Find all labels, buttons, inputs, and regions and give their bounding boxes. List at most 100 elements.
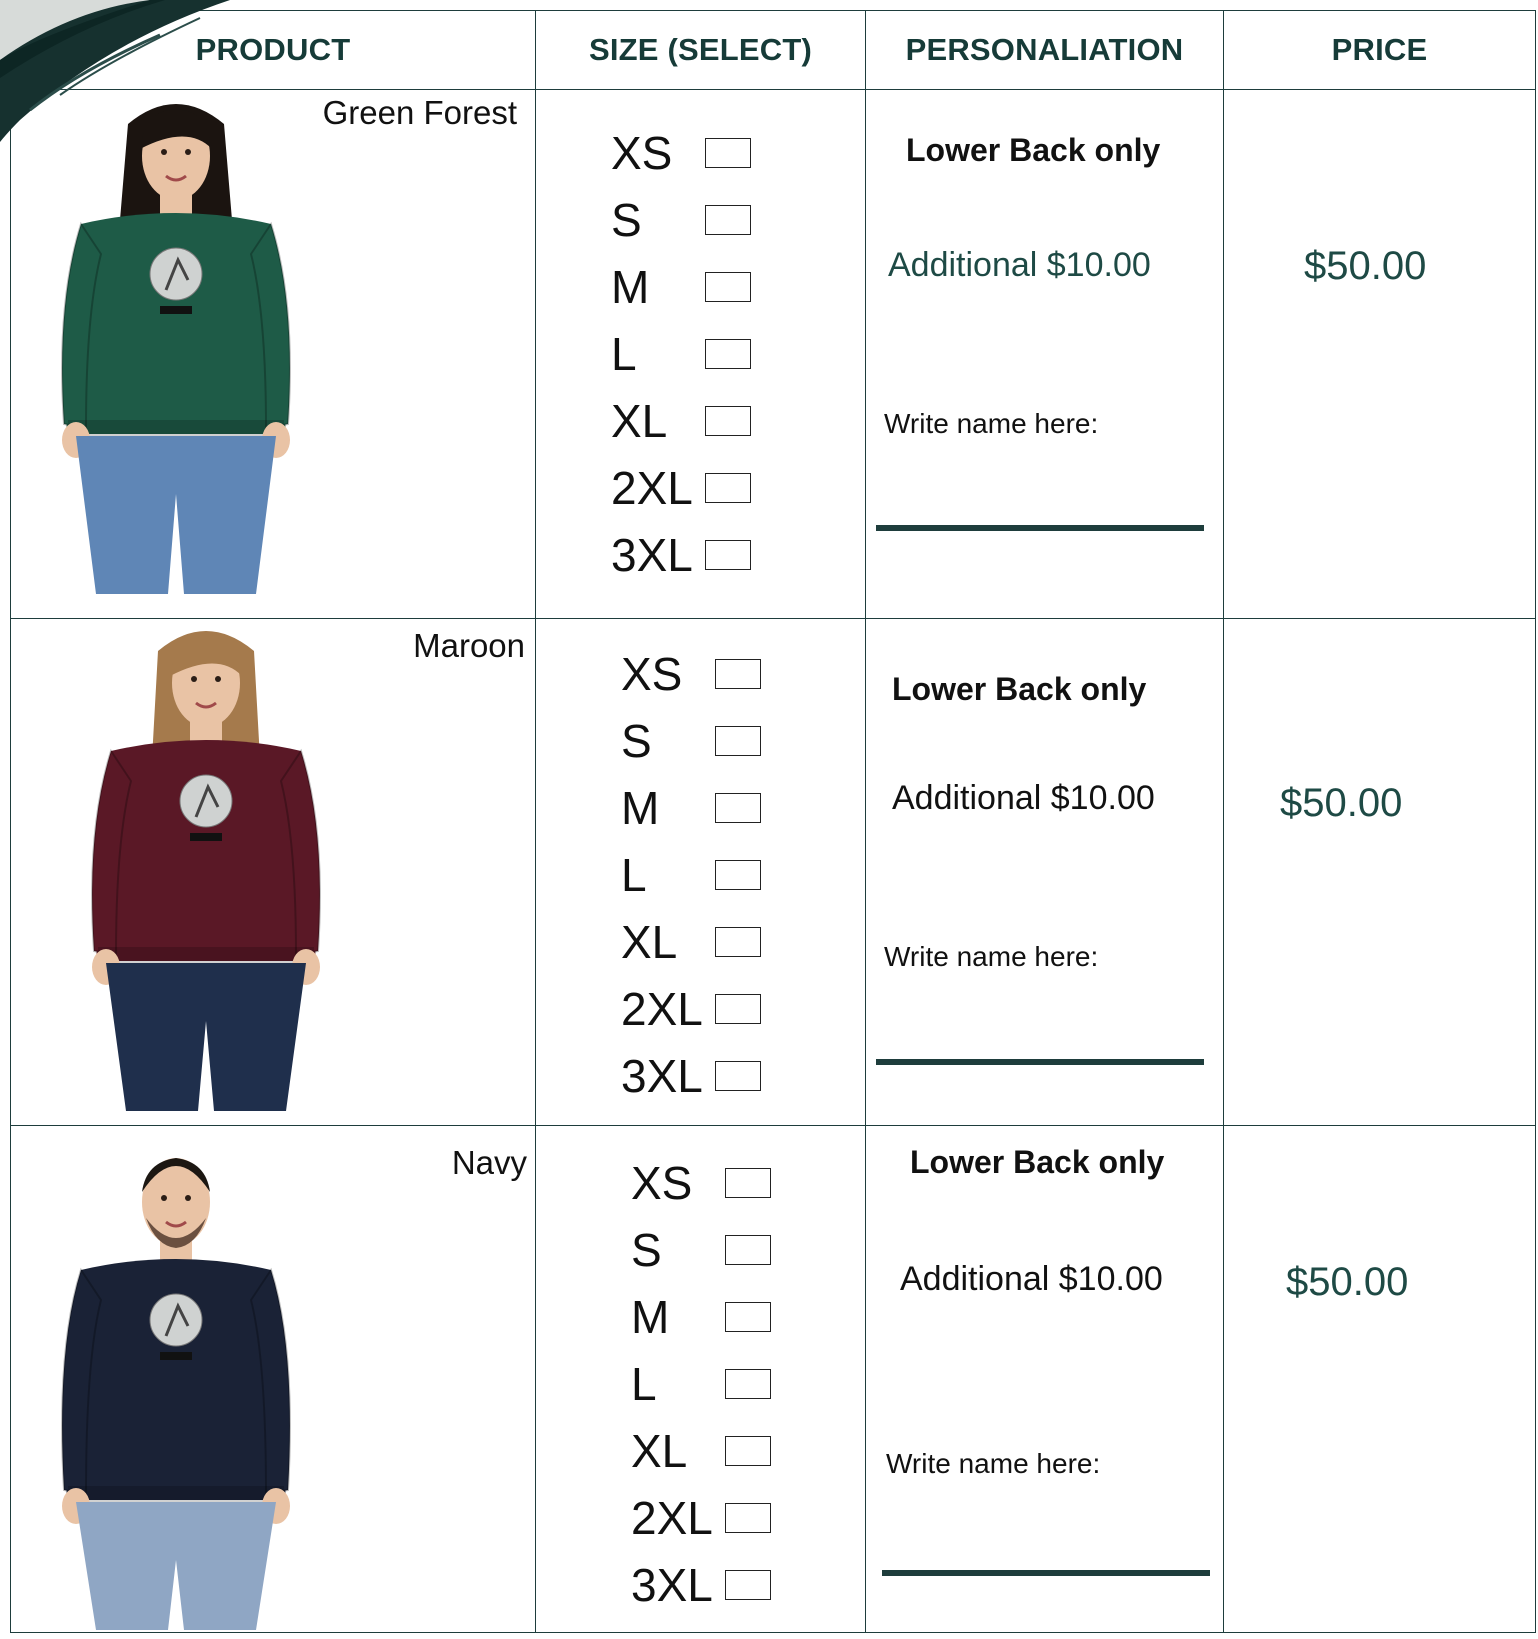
size-option-xl: XL <box>611 398 751 444</box>
product-photo-navy <box>61 1158 291 1630</box>
product-row-maroon: Maroon XS S M L XL 2XL 3XL Lower Back only Add… <box>10 618 1536 1126</box>
print-banner <box>160 306 192 314</box>
waistband <box>68 1486 284 1502</box>
size-label: L <box>631 1358 657 1410</box>
size-checkbox-xl[interactable] <box>715 927 761 957</box>
product-row-navy: Navy XS S M L XL 2XL 3XL Lower Back only Addit… <box>10 1125 1536 1633</box>
personalization-cell: Lower Back only Additional $10.00 Write … <box>865 618 1224 1126</box>
size-label: XL <box>611 395 668 447</box>
order-form-table: PRODUCT SIZE (SELECT) PERSONALIATION PRI… <box>10 10 1536 1633</box>
write-name-label: Write name here: <box>884 408 1099 439</box>
size-label: M <box>631 1291 670 1343</box>
size-option-2xl: 2XL <box>611 465 751 511</box>
size-label: M <box>621 782 660 834</box>
size-checkbox-xl[interactable] <box>705 406 751 436</box>
print-banner <box>160 1352 192 1360</box>
personalization-name-input[interactable] <box>878 999 1202 1041</box>
size-checkbox-2xl[interactable] <box>705 473 751 503</box>
size-checkbox-3xl[interactable] <box>705 540 751 570</box>
size-checkbox-2xl[interactable] <box>725 1503 771 1533</box>
size-option-s: S <box>621 718 761 764</box>
price-value: $50.00 <box>1280 781 1403 825</box>
product-color-name: Navy <box>451 1144 527 1181</box>
size-option-xs: XS <box>621 651 761 697</box>
price-cell: $50.00 <box>1223 1125 1536 1633</box>
size-label: S <box>611 194 642 246</box>
eye <box>161 1195 167 1201</box>
size-option-3xl: 3XL <box>621 1053 761 1099</box>
size-label: 3XL <box>621 1050 703 1102</box>
personalization-cell: Lower Back only Additional $10.00 Write … <box>865 1125 1224 1633</box>
lower-back-only-label: Lower Back only <box>892 671 1147 707</box>
price-cell: $50.00 <box>1223 618 1536 1126</box>
eye <box>185 149 191 155</box>
size-checkbox-xs[interactable] <box>725 1168 771 1198</box>
write-name-label: Write name here: <box>886 1448 1101 1479</box>
header-size: SIZE (SELECT) <box>535 10 866 90</box>
jeans <box>76 436 276 594</box>
product-photo-maroon <box>91 631 321 1111</box>
size-option-m: M <box>631 1294 771 1340</box>
product-cell: Green Forest <box>10 89 536 619</box>
size-label: 3XL <box>631 1559 713 1611</box>
size-cell: XS S M L XL 2XL 3XL <box>535 89 866 619</box>
size-option-3xl: 3XL <box>611 532 751 578</box>
header-product: PRODUCT <box>10 10 536 90</box>
additional-price-label: Additional $10.00 <box>892 779 1155 817</box>
size-option-l: L <box>631 1361 771 1407</box>
jeans <box>106 963 306 1111</box>
print-circle <box>149 247 203 301</box>
size-label: L <box>621 849 647 901</box>
size-label: S <box>621 715 652 767</box>
size-option-xl: XL <box>631 1428 771 1474</box>
size-checkbox-s[interactable] <box>705 205 751 235</box>
size-checkbox-xl[interactable] <box>725 1436 771 1466</box>
size-label: 3XL <box>611 529 693 581</box>
size-label: 2XL <box>621 983 703 1035</box>
size-checkbox-2xl[interactable] <box>715 994 761 1024</box>
personalization-name-input[interactable] <box>878 470 1202 512</box>
price-value: $50.00 <box>1286 1260 1409 1304</box>
size-checkbox-l[interactable] <box>725 1369 771 1399</box>
size-label: XL <box>631 1425 688 1477</box>
size-checkbox-l[interactable] <box>705 339 751 369</box>
product-photo-green-forest <box>61 104 291 594</box>
size-option-m: M <box>621 785 761 831</box>
size-checkbox-l[interactable] <box>715 860 761 890</box>
size-label: M <box>611 261 650 313</box>
header-personalization: PERSONALIATION <box>865 10 1224 90</box>
size-option-l: L <box>611 331 751 377</box>
size-label: L <box>611 328 637 380</box>
size-option-s: S <box>631 1227 771 1273</box>
size-checkbox-xs[interactable] <box>715 659 761 689</box>
print-circle <box>179 774 233 828</box>
size-cell: XS S M L XL 2XL 3XL <box>535 1125 866 1633</box>
lower-back-only-label: Lower Back only <box>906 132 1161 168</box>
size-checkbox-3xl[interactable] <box>715 1061 761 1091</box>
size-checkbox-xs[interactable] <box>705 138 751 168</box>
size-label: 2XL <box>631 1492 713 1544</box>
header-price: PRICE <box>1223 10 1536 90</box>
size-option-m: M <box>611 264 751 310</box>
size-checkbox-m[interactable] <box>705 272 751 302</box>
additional-price-label: Additional $10.00 <box>888 246 1151 284</box>
sweater-body <box>66 213 286 434</box>
product-cell: Navy <box>10 1125 536 1633</box>
size-option-xl: XL <box>621 919 761 965</box>
sweater-body <box>96 740 316 961</box>
size-option-l: L <box>621 852 761 898</box>
product-cell: Maroon <box>10 618 536 1126</box>
size-checkbox-m[interactable] <box>715 793 761 823</box>
size-checkbox-m[interactable] <box>725 1302 771 1332</box>
size-checkbox-s[interactable] <box>715 726 761 756</box>
waistband <box>98 947 314 963</box>
eye <box>191 676 197 682</box>
size-checkbox-3xl[interactable] <box>725 1570 771 1600</box>
price-cell: $50.00 <box>1223 89 1536 619</box>
personalization-name-input[interactable] <box>882 1514 1206 1556</box>
product-color-name: Green Forest <box>322 94 517 131</box>
personalization-cell: Lower Back only Additional $10.00 Write … <box>865 89 1224 619</box>
size-label: 2XL <box>611 462 693 514</box>
size-checkbox-s[interactable] <box>725 1235 771 1265</box>
header-row: PRODUCT SIZE (SELECT) PERSONALIATION PRI… <box>10 10 1536 90</box>
